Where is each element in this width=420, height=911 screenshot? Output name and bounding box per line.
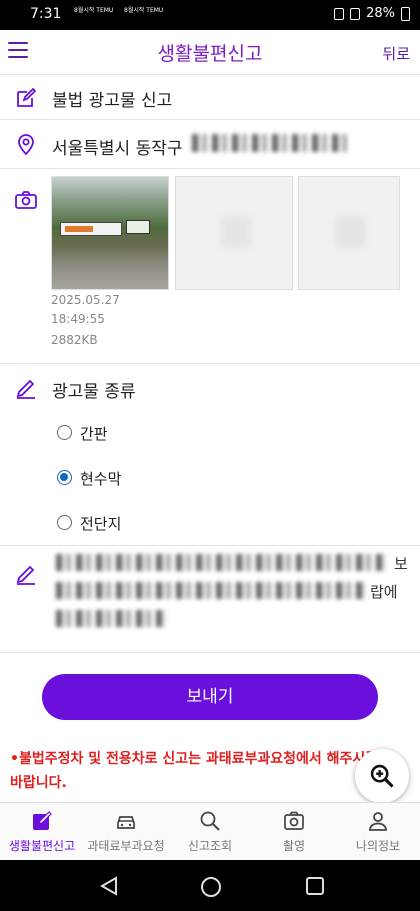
description-text-redacted [56, 582, 366, 599]
radio-banner[interactable] [57, 470, 72, 485]
home-circle-icon[interactable] [200, 876, 222, 898]
location-address: 서울특별시 동작구 [52, 139, 183, 159]
battery-icon [401, 6, 410, 21]
radio-flyer[interactable] [57, 515, 72, 530]
back-button[interactable]: 뒤로 [382, 43, 410, 64]
person-icon [369, 812, 387, 831]
divider [0, 168, 420, 169]
camera-icon[interactable] [14, 188, 38, 212]
report-type-label: 불법 광고물 신고 [52, 91, 173, 111]
divider [0, 545, 420, 546]
nav-report-lookup[interactable]: 신고조회 [168, 803, 252, 861]
photo-size: 2882KB [51, 333, 98, 347]
bottom-navigation: 생활불편신고 과태료부과요청 신고조회 촬영 나의정보 [0, 802, 420, 860]
nav-fine-request[interactable]: 과태료부과요청 [84, 803, 168, 861]
notice-text: •불법주정차 및 전용차로 신고는 과태료부과요청에서 해주시길 바랍니다. [10, 751, 379, 791]
photo-banner [60, 222, 122, 236]
ad-type-label: 광고물 종류 [52, 382, 136, 402]
photo-time: 18:49:55 [51, 312, 105, 326]
system-navigation-bar [0, 860, 420, 911]
photo-slot-empty[interactable] [298, 176, 400, 290]
status-time: 7:31 [30, 6, 62, 22]
nav-report-label: 생활불편신고 [8, 839, 76, 853]
report-type-row[interactable]: 불법 광고물 신고 [0, 75, 420, 119]
status-right: 28% [334, 6, 410, 21]
back-triangle-icon[interactable] [98, 876, 120, 896]
pencil-icon [16, 379, 35, 399]
location-row[interactable]: 서울특별시 동작구 [0, 120, 420, 168]
nav-report-lookup-label: 신고조회 [187, 839, 233, 853]
zoom-in-button[interactable] [355, 749, 409, 803]
photo-date: 2025.05.27 [51, 293, 120, 307]
photo-slot-empty[interactable] [175, 176, 293, 290]
photo-thumbnail[interactable] [51, 176, 169, 290]
nav-capture-label: 촬영 [282, 839, 306, 853]
radio-signboard[interactable] [57, 425, 72, 440]
app-header: 생활불편신고 뒤로 [0, 30, 420, 74]
zoom-in-icon [370, 764, 394, 788]
page-title: 생활불편신고 [157, 43, 263, 65]
nav-my-info[interactable]: 나의정보 [336, 803, 420, 861]
pencil-icon [16, 565, 35, 585]
divider [0, 363, 420, 364]
edit-icon [17, 87, 37, 107]
nav-fine-request-label: 과태료부과요청 [87, 839, 165, 853]
address-detail-redacted [192, 134, 352, 152]
radio-banner-label[interactable]: 현수막 [80, 468, 121, 489]
location-pin-icon [18, 134, 34, 156]
radio-signboard-label[interactable]: 간판 [80, 423, 108, 444]
photo-banner-secondary [126, 220, 150, 234]
send-button[interactable]: 보내기 [42, 674, 378, 720]
nav-my-info-label: 나의정보 [355, 839, 401, 853]
recents-square-icon[interactable] [305, 876, 325, 896]
description-text-redacted [56, 610, 166, 627]
status-notification-temu-2: 8월시작 TEMU [124, 7, 164, 14]
divider [0, 652, 420, 653]
status-notification-temu-1: 8월시작 TEMU [74, 7, 114, 14]
battery-level: 28% [366, 6, 395, 21]
radio-flyer-label[interactable]: 전단지 [80, 513, 121, 534]
camera-icon [284, 811, 304, 830]
nav-report[interactable]: 생활불편신고 [0, 803, 84, 861]
signal-icon [350, 7, 361, 20]
nav-capture[interactable]: 촬영 [252, 803, 336, 861]
description-text-redacted [56, 554, 386, 571]
car-icon [117, 816, 135, 829]
status-bar: 7:31 8월시작 TEMU 8월시작 TEMU 28% [0, 0, 420, 30]
description-text-tail: 랍에 [370, 583, 398, 601]
edit-square-icon [33, 811, 52, 830]
wifi-icon [334, 7, 345, 20]
search-icon [200, 811, 220, 831]
description-text-tail: 보 [394, 555, 408, 573]
description-textarea[interactable]: 보 랍에 [48, 548, 418, 640]
